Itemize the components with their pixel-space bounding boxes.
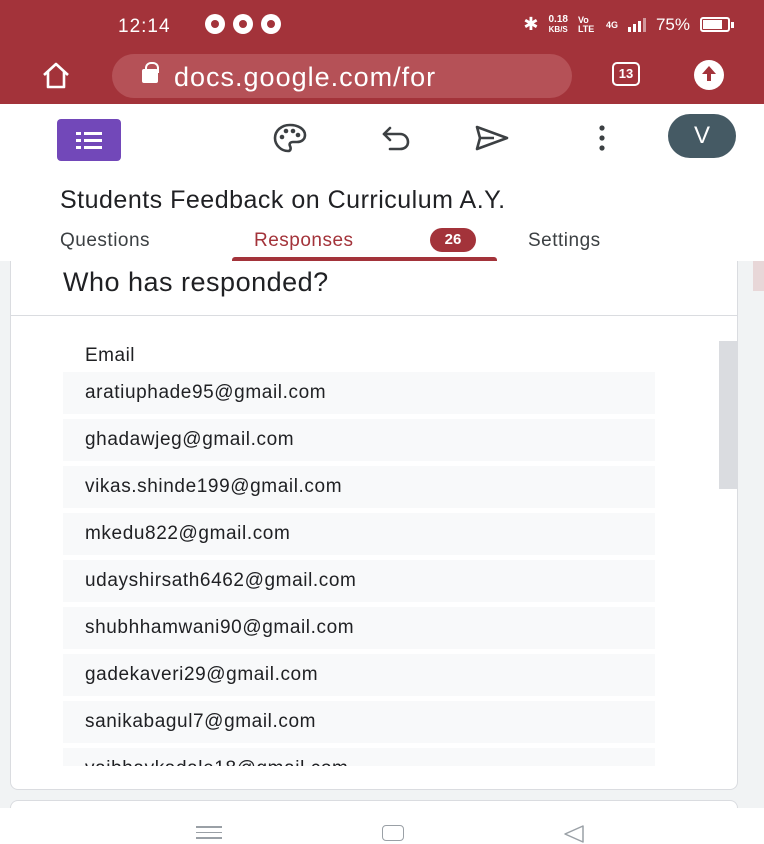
network-type: 4G [605, 19, 618, 30]
email-column-header: Email [85, 345, 136, 366]
form-tabs: Questions Responses 26 Settings [0, 224, 764, 261]
forms-logo-icon[interactable] [57, 119, 121, 161]
form-title: Students Feedback on Curriculum A.Y. [60, 186, 506, 214]
lock-icon [142, 62, 159, 83]
home-icon[interactable] [40, 60, 72, 90]
responders-card: Who has responded? Email aratiuphade95@g… [10, 261, 738, 790]
battery-icon [700, 17, 734, 32]
avatar[interactable]: V [668, 114, 736, 158]
url-text: docs.google.com/for [174, 62, 437, 92]
net-speed-value: 0.18 [548, 13, 568, 25]
more-vert-icon[interactable] [584, 122, 620, 154]
palette-icon[interactable] [272, 122, 308, 154]
menu-icon[interactable] [196, 826, 222, 840]
tab-settings[interactable]: Settings [528, 230, 601, 252]
list-scrollbar[interactable] [719, 341, 737, 489]
browser-chrome: 12:14 ✱ 0.18 KB/S Vo LTE 4G 75% docs.goo… [0, 0, 764, 104]
volte-label: Vo LTE [577, 14, 595, 34]
list-item: vikas.shinde199@gmail.com [63, 466, 655, 508]
tab-questions[interactable]: Questions [60, 230, 150, 252]
divider [11, 315, 737, 316]
battery-percent: 75% [655, 14, 690, 34]
tabs-icon[interactable]: 13 [612, 62, 640, 86]
responses-count-badge: 26 [430, 228, 476, 252]
list-item: aratiuphade95@gmail.com [63, 372, 655, 414]
signal-icon [627, 17, 646, 32]
upload-icon[interactable] [694, 60, 724, 90]
undo-icon[interactable] [378, 122, 414, 154]
page-scrollbar[interactable] [753, 261, 764, 291]
nav-home-icon[interactable] [382, 825, 404, 841]
list-item: sanikabagul7@gmail.com [63, 701, 655, 743]
list-item: udayshirsath6462@gmail.com [63, 560, 655, 602]
net-speed-unit: KB/S [548, 24, 568, 34]
send-icon[interactable] [474, 122, 510, 154]
email-list[interactable]: aratiuphade95@gmail.com ghadawjeg@gmail.… [63, 372, 655, 766]
url-bar[interactable]: docs.google.com/for [112, 54, 572, 98]
tab-responses[interactable]: Responses [254, 230, 354, 252]
notification-icons [205, 14, 281, 34]
list-item: shubhhamwani90@gmail.com [63, 607, 655, 649]
notification-app-icon [233, 14, 253, 34]
list-item: gadekaveri29@gmail.com [63, 654, 655, 696]
net-speed: 0.18 KB/S [548, 13, 568, 35]
status-indicators: ✱ 0.18 KB/S Vo LTE 4G 75% [523, 13, 734, 35]
list-item: mkedu822@gmail.com [63, 513, 655, 555]
notification-app-icon [261, 14, 281, 34]
address-bar-row: docs.google.com/for 13 [0, 48, 764, 104]
list-item: ghadawjeg@gmail.com [63, 419, 655, 461]
status-bar: 12:14 ✱ 0.18 KB/S Vo LTE 4G 75% [0, 0, 764, 44]
status-time: 12:14 [118, 16, 171, 37]
list-item: vaibhavkadale18@gmail.com [63, 748, 655, 766]
system-nav-bar [0, 808, 764, 844]
responders-heading: Who has responded? [63, 267, 329, 297]
notification-app-icon [205, 14, 225, 34]
nav-back-icon[interactable] [562, 824, 586, 844]
bluetooth-icon: ✱ [523, 14, 539, 34]
